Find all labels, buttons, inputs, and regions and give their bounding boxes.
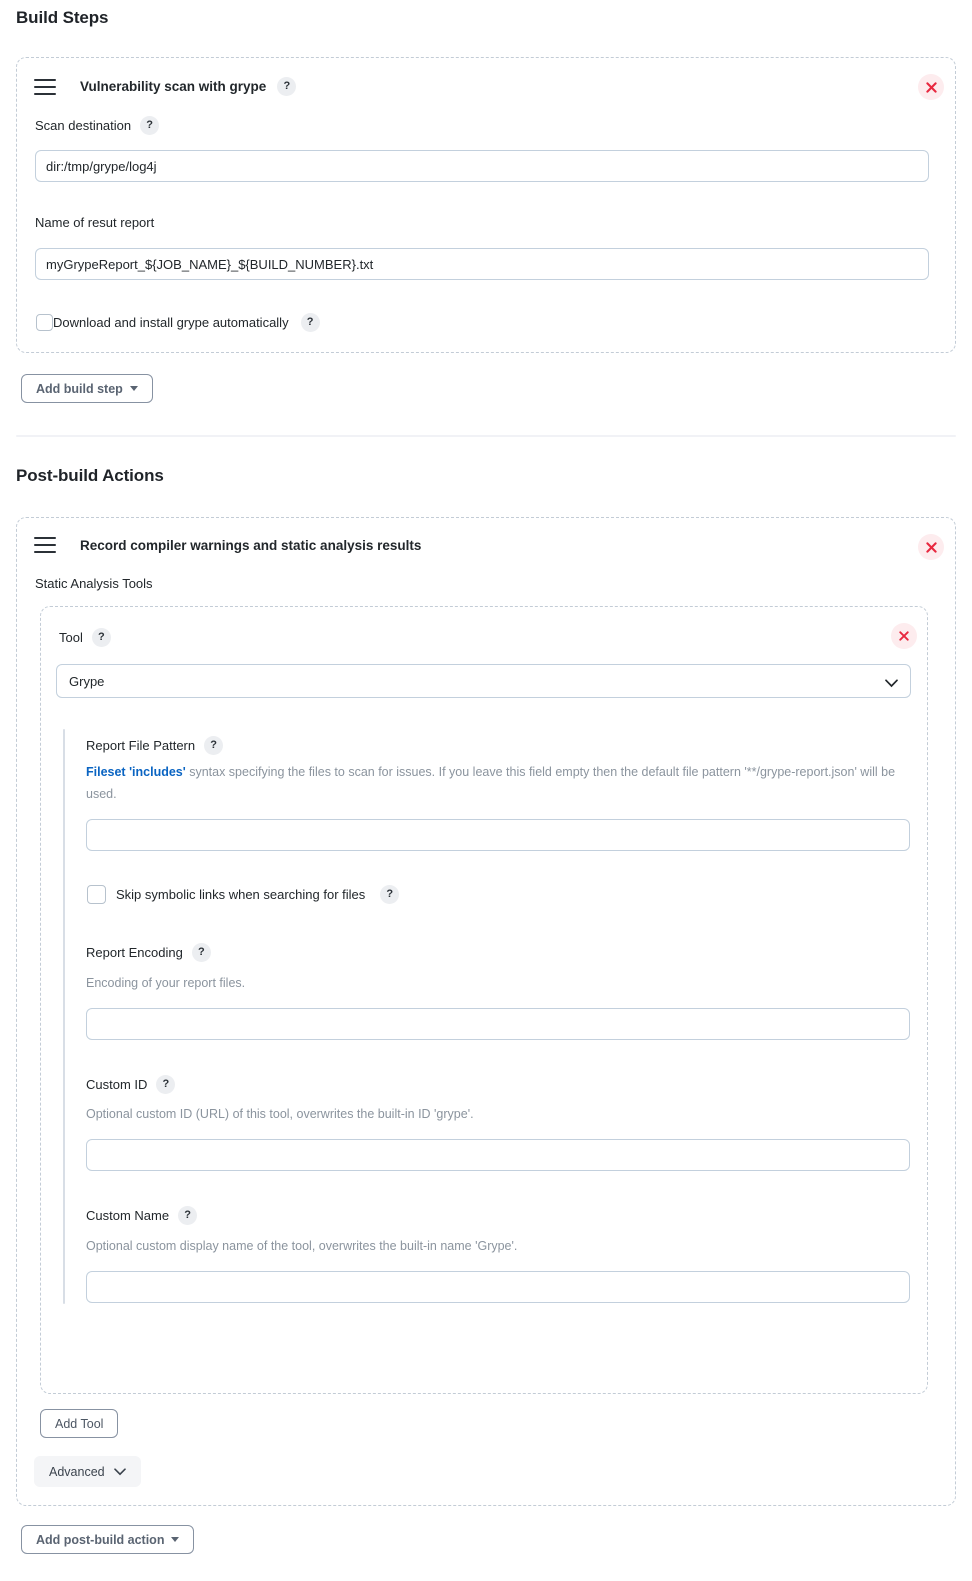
report-encoding-label: Report Encoding bbox=[86, 945, 183, 960]
skip-symbolic-links-label[interactable]: Skip symbolic links when searching for f… bbox=[116, 887, 365, 902]
add-build-step-button[interactable]: Add build step bbox=[21, 374, 153, 403]
help-icon-report-file-pattern[interactable]: ? bbox=[204, 736, 224, 755]
build-step-title: Vulnerability scan with grype bbox=[80, 79, 267, 94]
advanced-label: Advanced bbox=[49, 1464, 105, 1479]
drag-handle-icon[interactable] bbox=[34, 78, 56, 95]
scan-destination-label-group: Scan destination ? bbox=[35, 116, 160, 135]
close-icon bbox=[925, 541, 937, 553]
custom-name-input[interactable] bbox=[86, 1271, 910, 1303]
report-file-pattern-label-group: Report File Pattern ? bbox=[86, 736, 224, 755]
custom-id-input[interactable] bbox=[86, 1139, 910, 1171]
auto-install-row: Download and install grype automatically… bbox=[36, 313, 320, 332]
jenkins-job-config-page: Build Steps Vulnerability scan with gryp… bbox=[0, 0, 972, 1581]
section-divider bbox=[16, 435, 956, 437]
report-encoding-label-group: Report Encoding ? bbox=[86, 943, 211, 962]
custom-id-help-text: Optional custom ID (URL) of this tool, o… bbox=[86, 1107, 474, 1121]
close-icon bbox=[899, 631, 909, 641]
close-icon bbox=[925, 81, 937, 93]
auto-install-checkbox[interactable] bbox=[36, 314, 53, 331]
add-build-step-label: Add build step bbox=[36, 381, 123, 396]
add-post-build-action-button[interactable]: Add post-build action bbox=[21, 1525, 195, 1554]
auto-install-label[interactable]: Download and install grype automatically bbox=[53, 315, 289, 330]
advanced-button[interactable]: Advanced bbox=[34, 1456, 141, 1487]
tool-select[interactable]: Grype bbox=[56, 664, 911, 698]
report-name-label: Name of resut report bbox=[35, 215, 155, 230]
caret-down-icon bbox=[171, 1537, 180, 1542]
chevron-down-icon bbox=[113, 1465, 126, 1479]
report-file-pattern-help-text: Fileset 'includes' syntax specifying the… bbox=[86, 762, 916, 805]
help-icon-auto-install[interactable]: ? bbox=[300, 313, 320, 332]
help-icon-report-encoding[interactable]: ? bbox=[191, 943, 211, 962]
scan-destination-input[interactable] bbox=[35, 150, 929, 182]
post-build-title: Record compiler warnings and static anal… bbox=[80, 537, 422, 553]
fileset-includes-link[interactable]: Fileset 'includes' bbox=[86, 765, 186, 779]
report-file-pattern-label: Report File Pattern bbox=[86, 738, 196, 753]
report-encoding-input[interactable] bbox=[86, 1008, 910, 1040]
tool-select-wrap: Grype bbox=[56, 664, 911, 698]
help-icon-skip-symbolic-links[interactable]: ? bbox=[380, 885, 400, 904]
skip-symbolic-links-checkbox[interactable] bbox=[87, 885, 106, 904]
build-steps-heading: Build Steps bbox=[16, 8, 109, 27]
nested-field-guide-line bbox=[63, 729, 65, 1304]
add-tool-label: Add Tool bbox=[55, 1416, 104, 1431]
custom-id-label: Custom ID bbox=[86, 1077, 148, 1092]
help-icon-scan-destination[interactable]: ? bbox=[140, 116, 160, 135]
help-icon-custom-name[interactable]: ? bbox=[178, 1206, 198, 1225]
report-name-input[interactable] bbox=[35, 248, 929, 280]
help-icon-build-step-title[interactable]: ? bbox=[277, 77, 297, 96]
static-analysis-tools-label: Static Analysis Tools bbox=[35, 576, 153, 591]
caret-down-icon bbox=[129, 386, 138, 391]
remove-post-build-action-button[interactable] bbox=[918, 534, 944, 560]
scan-destination-label: Scan destination bbox=[35, 118, 132, 133]
add-tool-button[interactable]: Add Tool bbox=[40, 1409, 119, 1438]
remove-tool-button[interactable] bbox=[891, 623, 917, 649]
report-file-pattern-input[interactable] bbox=[86, 819, 910, 851]
post-build-actions-heading: Post-build Actions bbox=[16, 466, 164, 485]
custom-name-help-text: Optional custom display name of the tool… bbox=[86, 1239, 518, 1253]
tool-panel: Tool ? Grype Report File Pattern ? Files… bbox=[40, 606, 928, 1394]
tool-label-group: Tool ? bbox=[59, 628, 111, 647]
help-icon-custom-id[interactable]: ? bbox=[156, 1075, 176, 1094]
report-encoding-help-text: Encoding of your report files. bbox=[86, 976, 246, 990]
help-icon-tool[interactable]: ? bbox=[91, 628, 111, 647]
report-file-pattern-help-rest: syntax specifying the files to scan for … bbox=[86, 765, 896, 801]
build-step-panel: Vulnerability scan with grype ? Scan des… bbox=[16, 57, 956, 353]
remove-build-step-button[interactable] bbox=[918, 74, 944, 100]
custom-id-label-group: Custom ID ? bbox=[86, 1075, 176, 1094]
tool-label: Tool bbox=[59, 630, 83, 645]
drag-handle-icon[interactable] bbox=[34, 537, 56, 553]
post-build-header: Record compiler warnings and static anal… bbox=[34, 537, 421, 553]
custom-name-label-group: Custom Name ? bbox=[86, 1206, 198, 1225]
skip-symbolic-links-row: Skip symbolic links when searching for f… bbox=[87, 885, 400, 904]
add-post-build-action-label: Add post-build action bbox=[36, 1532, 165, 1547]
build-step-header: Vulnerability scan with grype ? bbox=[34, 77, 297, 96]
custom-name-label: Custom Name bbox=[86, 1208, 170, 1223]
